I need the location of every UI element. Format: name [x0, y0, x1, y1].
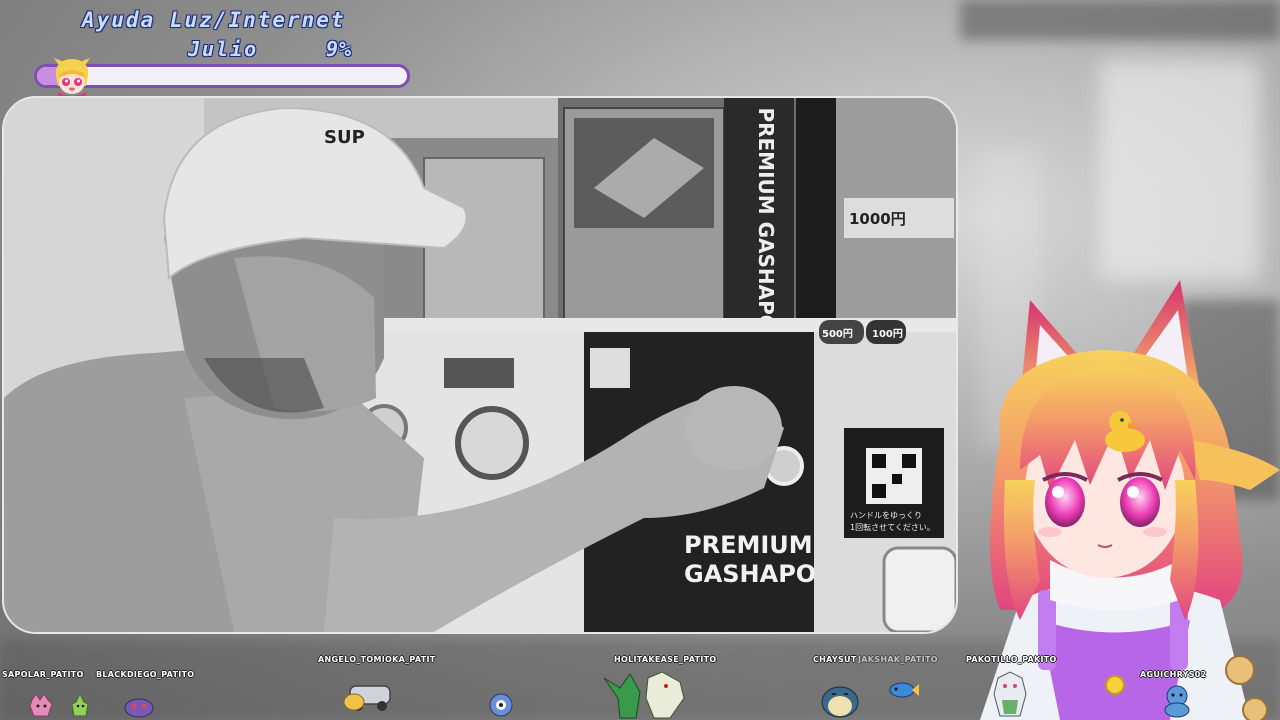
camera-feed: PREMIUM GASHAPON 1000円 PREMIUM GASHAPON …	[2, 96, 958, 634]
duck-name: BLACKDIEGO_PATITO	[96, 670, 195, 679]
premium-panel-label-2: GASHAPON	[684, 560, 836, 588]
duck-name: ANGELO_TOMIOKA_PATIT	[318, 655, 436, 664]
duck-name: HOLITAKEASE_PATITO	[614, 655, 717, 664]
car-creature-sprite-icon	[343, 685, 391, 711]
chibi-avatar-icon	[54, 58, 90, 98]
premium-panel-label-1: PREMIUM	[684, 531, 813, 559]
duck-name: SAPOLAR_PATITO	[2, 670, 84, 679]
purple-creature-sprite-icon	[124, 698, 154, 718]
cap-logo-text: SUP	[324, 127, 365, 148]
snorlax-creature-sprite-icon	[821, 686, 859, 718]
goal-percent: 9%	[326, 37, 353, 61]
blue-bear-creature-sprite-icon	[1164, 685, 1190, 718]
duck-name: AGUICHRYS02	[1140, 670, 1207, 679]
goal-month: Julio	[188, 37, 259, 61]
duck-name: PAKOTILLO_PAKITO	[966, 655, 1057, 664]
duck-name: JAKSHAK_PATITO	[858, 655, 938, 664]
vtuber-avatar	[980, 280, 1280, 720]
donation-goal-widget: Ayuda Luz/Internet Julio 9%	[32, 4, 416, 98]
white-creature-sprite-icon	[993, 671, 1027, 717]
green-creature-sprite-icon	[71, 694, 89, 717]
dragon-creature-sprite-icon	[603, 671, 685, 719]
fish-creature-sprite-icon	[889, 682, 919, 698]
price-label-100: 100円	[872, 328, 903, 340]
pink-creature-sprite-icon	[29, 694, 53, 717]
price-label-1000: 1000円	[849, 210, 906, 228]
duck-name: CHAYSUT	[813, 655, 857, 664]
price-label-500: 500円	[822, 328, 853, 340]
blue-creature-sprite-icon	[489, 693, 513, 717]
turn-handle-text: ハンドルをゆっくり	[850, 511, 922, 520]
premium-vertical-label: PREMIUM GASHAPON	[754, 107, 778, 348]
camera-scene: PREMIUM GASHAPON 1000円 PREMIUM GASHAPON …	[4, 98, 956, 632]
goal-title: Ayuda Luz/Internet	[82, 8, 346, 32]
turn-handle-text-2: 1回転させてください。	[850, 523, 935, 532]
